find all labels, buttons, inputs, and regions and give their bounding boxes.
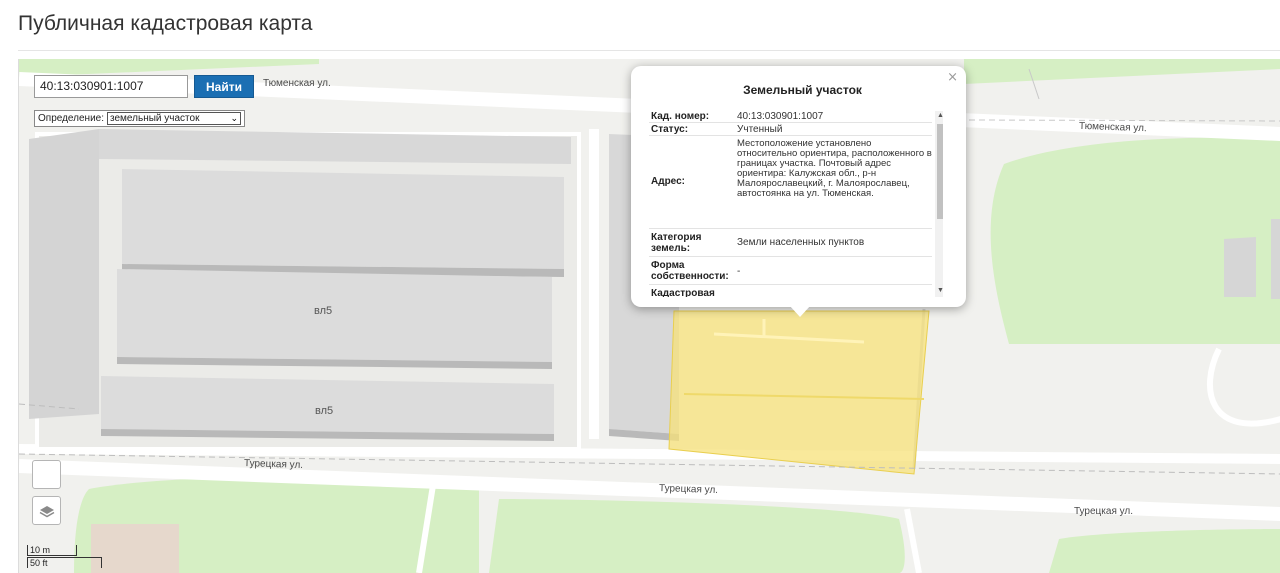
street-label: Турецкая ул. [243,457,304,472]
definition-select[interactable]: Определение: земельный участок ⌄ [34,110,245,127]
definition-value: земельный участок [110,113,200,124]
building-label: вл5 [315,405,334,417]
scroll-up-icon[interactable]: ▲ [937,112,943,119]
popup-scrollbar[interactable]: ▲ ▼ [935,111,943,297]
search-button[interactable]: Найти [194,75,254,98]
fullscreen-button[interactable] [32,460,61,489]
layers-icon [39,505,54,517]
layers-button[interactable] [32,496,61,525]
info-key: Категория земель: [651,232,702,254]
info-key: Адрес: [651,176,685,187]
info-row-cadastral-number: Кад. номер: 40:13:030901:1007 [649,111,932,123]
street-label: Тюменская ул. [1078,120,1147,135]
definition-label: Определение: [38,113,105,124]
info-key: Кадастровая [651,288,715,297]
info-row-status: Статус: Учтенный [649,123,932,136]
building [117,269,552,362]
building [91,524,179,573]
scale-imperial: 50 ft [27,557,102,568]
scroll-down-icon[interactable]: ▼ [937,287,943,294]
info-value: Учтенный [737,124,783,135]
street-label: Турецкая ул. [658,482,719,497]
info-row-address: Адрес: Местоположение установлено относи… [649,136,932,229]
parcel-info-popup: × Земельный участок Кад. номер: 40:13:03… [631,66,966,307]
info-value: 40:13:030901:1007 [737,111,824,122]
street-label: Тюменская ул. [263,78,331,89]
info-value: Местоположение установлено относительно … [737,138,932,199]
building [122,169,564,269]
definition-value-box[interactable]: земельный участок ⌄ [107,112,241,125]
building [1224,237,1256,297]
info-value: Земли населенных пунктов [737,237,865,248]
scrollbar-thumb[interactable] [937,124,943,219]
map-view[interactable]: Тюменская ул. Тюменская ул. Турецкая ул.… [18,59,1280,573]
building [29,129,99,419]
info-value: - [737,266,741,277]
street-label: Турецкая ул. [1074,506,1134,517]
info-row-land-category: Категория земель: Земли населенных пункт… [649,229,932,257]
building [1271,219,1280,299]
info-key: Статус: [651,124,689,135]
building-label: вл5 [314,305,333,317]
info-key: Кад. номер: [651,111,710,122]
popup-pointer [789,305,811,317]
selected-parcel [668,310,930,475]
popup-body[interactable]: Кад. номер: 40:13:030901:1007 Статус: Уч… [649,111,943,297]
info-row-cadastral-value: Кадастровая [649,285,932,297]
cadastral-search-input[interactable]: 40:13:030901:1007 [34,75,188,98]
scale-metric: 10 m [27,545,77,556]
page-title: Публичная кадастровая карта [18,12,313,35]
chevron-down-icon: ⌄ [230,113,238,123]
info-key: Форма собственности: [651,260,729,282]
info-row-ownership: Форма собственности: - [649,257,932,285]
popup-title: Земельный участок [631,83,966,97]
title-divider [18,50,1280,51]
popup-title-text: Земельный участок [743,83,862,97]
